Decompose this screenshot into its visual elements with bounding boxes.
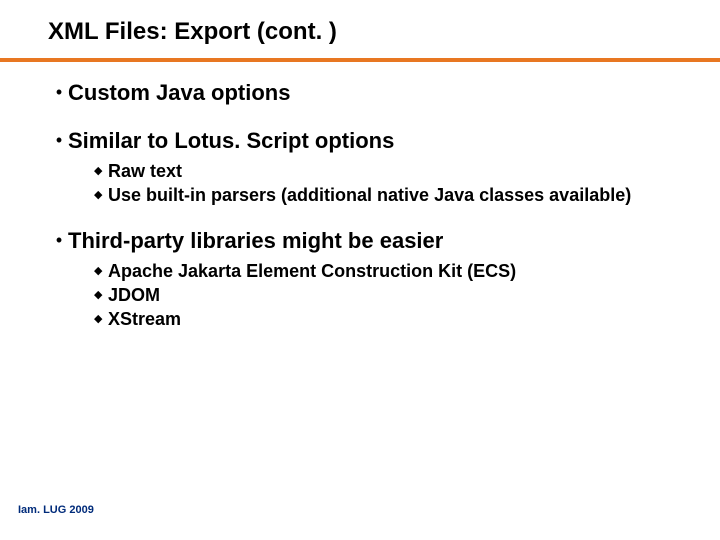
diamond-icon: ◆ <box>94 308 108 330</box>
footer-text: Iam. LUG 2009 <box>18 504 94 516</box>
sub-bullet: ◆ Use built-in parsers (additional nativ… <box>94 184 690 206</box>
diamond-icon: ◆ <box>94 260 108 282</box>
diamond-icon: ◆ <box>94 160 108 182</box>
bullet-text: Custom Java options <box>68 80 290 106</box>
sub-bullet: ◆ Apache Jakarta Element Construction Ki… <box>94 260 690 282</box>
slide: XML Files: Export (cont. ) • Custom Java… <box>0 0 720 540</box>
bullet-text: Third-party libraries might be easier <box>68 228 443 254</box>
bullet-3: • Third-party libraries might be easier … <box>50 228 690 330</box>
bullet-2: • Similar to Lotus. Script options ◆ Raw… <box>50 128 690 206</box>
sub-bullet-text: JDOM <box>108 284 690 306</box>
bullet-text: Similar to Lotus. Script options <box>68 128 394 154</box>
slide-title: XML Files: Export (cont. ) <box>48 18 690 46</box>
bullet-dot-icon: • <box>50 80 68 104</box>
sub-bullet: ◆ Raw text <box>94 160 690 182</box>
bullet-dot-icon: • <box>50 128 68 152</box>
diamond-icon: ◆ <box>94 184 108 206</box>
content: • Custom Java options • Similar to Lotus… <box>48 80 690 330</box>
sublist: ◆ Apache Jakarta Element Construction Ki… <box>94 260 690 330</box>
sublist: ◆ Raw text ◆ Use built-in parsers (addit… <box>94 160 690 206</box>
sub-bullet-text: Use built-in parsers (additional native … <box>108 184 690 206</box>
divider <box>0 58 720 62</box>
sub-bullet: ◆ JDOM <box>94 284 690 306</box>
sub-bullet-text: XStream <box>108 308 690 330</box>
bullet-dot-icon: • <box>50 228 68 252</box>
sub-bullet: ◆ XStream <box>94 308 690 330</box>
diamond-icon: ◆ <box>94 284 108 306</box>
sub-bullet-text: Apache Jakarta Element Construction Kit … <box>108 260 690 282</box>
sub-bullet-text: Raw text <box>108 160 690 182</box>
bullet-1: • Custom Java options <box>50 80 690 106</box>
